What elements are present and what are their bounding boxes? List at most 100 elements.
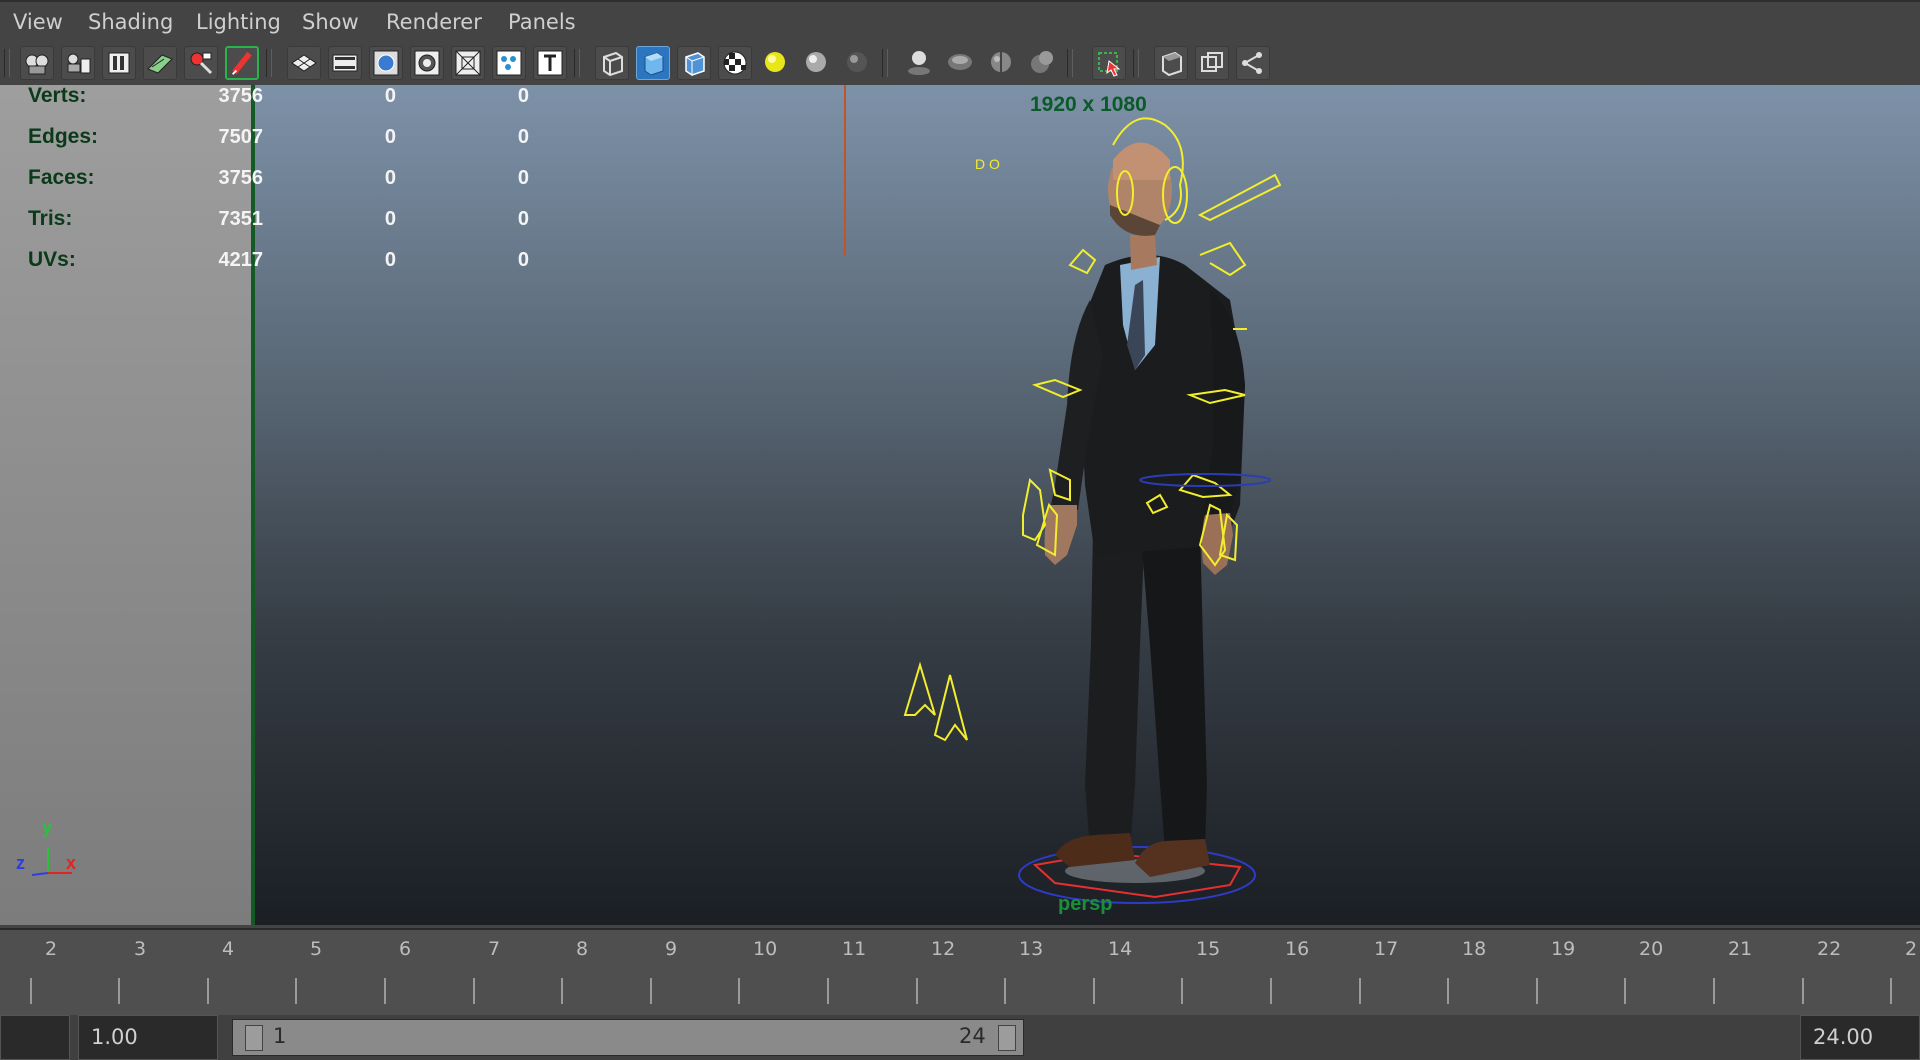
menu-shading[interactable]: Shading xyxy=(88,10,173,34)
select-camera-icon[interactable] xyxy=(20,46,54,80)
default-lighting-icon[interactable] xyxy=(759,46,793,80)
frame-tick-label: 16 xyxy=(1285,938,1310,960)
character-model xyxy=(1044,142,1245,877)
frame-tick-label: 14 xyxy=(1108,938,1133,960)
gate-mask-icon[interactable] xyxy=(410,46,444,80)
flat-lighting-icon[interactable] xyxy=(841,46,875,80)
shadows-icon[interactable] xyxy=(903,46,937,80)
right-leg xyxy=(1140,525,1207,850)
resolution-gate-icon[interactable] xyxy=(369,46,403,80)
stat-component-verts: 0 xyxy=(517,85,529,107)
toolbar-separator xyxy=(1067,49,1073,77)
xray-joints-icon[interactable] xyxy=(1236,46,1270,80)
frame-tick xyxy=(1004,978,1006,1004)
start-time-field[interactable]: 1.00 xyxy=(78,1015,218,1060)
toolbar-separator xyxy=(1133,49,1139,77)
range-end-handle[interactable] xyxy=(998,1025,1016,1051)
end-time-field[interactable]: 24.00 xyxy=(1800,1015,1920,1060)
frame-tick xyxy=(1447,978,1449,1004)
toolbar-separator xyxy=(882,49,888,77)
menu-view[interactable]: View xyxy=(13,10,63,34)
menu-panels[interactable]: Panels xyxy=(508,10,576,34)
film-gate-icon[interactable] xyxy=(328,46,362,80)
bookmarks-icon[interactable] xyxy=(102,46,136,80)
motion-blur-icon[interactable] xyxy=(985,46,1019,80)
frame-tick-label: 3 xyxy=(134,938,147,960)
range-start-handle[interactable] xyxy=(245,1025,263,1051)
frame-tick xyxy=(1181,978,1183,1004)
stat-label-faces: Faces: xyxy=(28,166,95,189)
frame-tick-label: 17 xyxy=(1374,938,1399,960)
stat-label-verts: Verts: xyxy=(28,84,87,107)
frame-tick xyxy=(1270,978,1272,1004)
frame-tick xyxy=(295,978,297,1004)
right-foot-ik-control xyxy=(933,674,968,742)
stat-value-uvs: 4217 xyxy=(218,249,264,271)
left-shoulder-control xyxy=(1068,248,1097,275)
frame-tick xyxy=(738,978,740,1004)
left-hand xyxy=(1044,505,1077,565)
safe-title-icon[interactable] xyxy=(533,46,567,80)
frame-tick-label: 11 xyxy=(842,938,867,960)
frame-tick xyxy=(1359,978,1361,1004)
stat-selected-uvs: 0 xyxy=(384,249,396,271)
stat-value-faces: 3756 xyxy=(218,167,264,189)
screen-space-ao-icon[interactable] xyxy=(944,46,978,80)
wireframe-on-shaded-icon[interactable] xyxy=(677,46,711,80)
xray-icon[interactable] xyxy=(1154,46,1188,80)
isolate-select-icon[interactable] xyxy=(1092,46,1126,80)
frame-tick-label: 5 xyxy=(310,938,323,960)
field-chart-icon[interactable] xyxy=(451,46,485,80)
textured-icon[interactable] xyxy=(718,46,752,80)
toolbar-separator xyxy=(574,49,580,77)
stat-component-tris: 0 xyxy=(517,208,529,230)
frame-tick xyxy=(118,978,120,1004)
safe-action-icon[interactable] xyxy=(492,46,526,80)
menu-renderer[interactable]: Renderer xyxy=(386,10,482,34)
wireframe-icon[interactable] xyxy=(595,46,629,80)
frame-tick xyxy=(384,978,386,1004)
frame-tick-label: 10 xyxy=(753,938,778,960)
left-spacer-field xyxy=(0,1015,70,1060)
toolbar-separator xyxy=(4,49,10,77)
image-plane-icon[interactable] xyxy=(143,46,177,80)
frame-tick-label: 20 xyxy=(1639,938,1664,960)
frame-tick-label: 13 xyxy=(1019,938,1044,960)
frame-tick-label: 7 xyxy=(488,938,501,960)
axis-z-label: z xyxy=(16,853,25,873)
axis-y-label: y xyxy=(42,817,53,837)
frame-tick xyxy=(561,978,563,1004)
camera-attributes-icon[interactable] xyxy=(61,46,95,80)
frame-tick xyxy=(1536,978,1538,1004)
frame-tick-label: 12 xyxy=(931,938,956,960)
anti-aliasing-icon[interactable] xyxy=(1026,46,1060,80)
frame-tick-label: 22 xyxy=(1817,938,1842,960)
stat-component-uvs: 0 xyxy=(517,249,529,271)
stat-value-tris: 7351 xyxy=(218,208,264,230)
grid-icon[interactable] xyxy=(287,46,321,80)
xray-active-icon[interactable] xyxy=(1195,46,1229,80)
frame-tick xyxy=(916,978,918,1004)
frame-tick xyxy=(207,978,209,1004)
time-slider[interactable]: 2 3 4 5 6 7 8 9 10 11 12 13 14 15 16 17 … xyxy=(0,928,1920,1015)
range-end-label: 24 xyxy=(959,1024,986,1048)
frame-tick-label: 6 xyxy=(399,938,412,960)
frame-tick xyxy=(1890,978,1892,1004)
grease-pencil-icon[interactable] xyxy=(225,46,259,80)
frame-tick-label: 2 xyxy=(45,938,58,960)
frame-tick xyxy=(473,978,475,1004)
right-shoulder-control xyxy=(1199,241,1247,277)
stat-component-edges: 0 xyxy=(517,126,529,148)
playback-range-slider[interactable]: 1 24 xyxy=(232,1019,1024,1056)
stat-label-tris: Tris: xyxy=(28,207,73,230)
stat-value-edges: 7507 xyxy=(218,126,264,148)
frame-tick xyxy=(30,978,32,1004)
range-start-label: 1 xyxy=(273,1024,287,1048)
all-lights-icon[interactable] xyxy=(800,46,834,80)
frame-tick xyxy=(1093,978,1095,1004)
smooth-shade-icon[interactable] xyxy=(636,46,670,80)
toolbar-separator xyxy=(266,49,272,77)
menu-show[interactable]: Show xyxy=(302,10,359,34)
menu-lighting[interactable]: Lighting xyxy=(196,10,281,34)
2d-pan-zoom-icon[interactable] xyxy=(184,46,218,80)
